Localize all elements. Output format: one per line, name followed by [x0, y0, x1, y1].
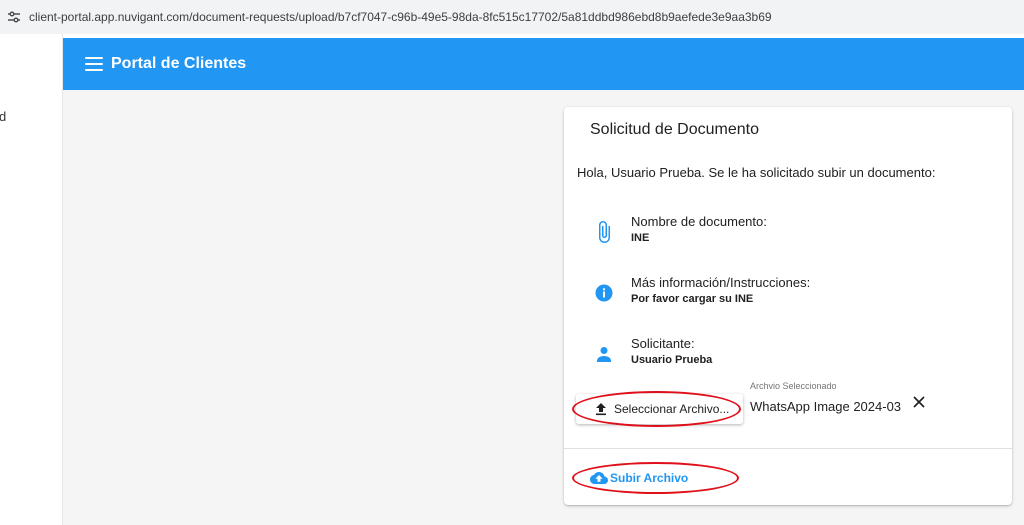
instructions-value: Por favor cargar su INE — [631, 293, 754, 305]
document-name-value: INE — [631, 232, 650, 244]
upload-icon — [593, 401, 609, 417]
left-pane: d — [0, 34, 63, 525]
app-bar: Portal de Clientes — [63, 38, 1024, 90]
requester-label: Solicitante: — [631, 336, 695, 351]
cloud-upload-icon — [590, 469, 608, 487]
upload-file-label: Subir Archivo — [610, 471, 689, 485]
close-icon[interactable] — [910, 393, 928, 411]
card-title: Solicitud de Documento — [590, 121, 759, 138]
greeting-text: Hola, Usuario Prueba. Se le ha solicitad… — [577, 165, 936, 180]
card-divider — [564, 448, 1012, 449]
instructions-label: Más información/Instrucciones: — [631, 275, 811, 290]
instructions-row: Más información/Instrucciones: Por favor… — [592, 275, 992, 311]
document-name-label: Nombre de documento: — [631, 214, 767, 229]
selected-file-caption: Archvio Seleccionado — [750, 381, 837, 391]
info-icon — [592, 281, 616, 305]
address-url[interactable]: client-portal.app.nuvigant.com/document-… — [29, 10, 772, 24]
upload-file-button[interactable]: Subir Archivo — [590, 468, 688, 488]
paperclip-icon — [592, 220, 616, 244]
left-pane-text: d — [0, 109, 7, 124]
app-title: Portal de Clientes — [111, 55, 247, 72]
selected-file-name: WhatsApp Image 2024-03 — [750, 399, 902, 414]
document-request-card: Solicitud de Documento Hola, Usuario Pru… — [564, 107, 1012, 505]
browser-address-bar: client-portal.app.nuvigant.com/document-… — [0, 0, 1024, 34]
document-name-row: Nombre de documento: INE — [592, 214, 992, 250]
person-icon — [592, 342, 616, 366]
tune-icon[interactable] — [7, 10, 21, 24]
requester-row: Solicitante: Usuario Prueba — [592, 336, 992, 372]
requester-value: Usuario Prueba — [631, 354, 713, 366]
menu-icon[interactable] — [85, 57, 103, 71]
select-file-button[interactable]: Seleccionar Archivo... — [576, 394, 743, 424]
select-file-label: Seleccionar Archivo... — [614, 402, 730, 416]
